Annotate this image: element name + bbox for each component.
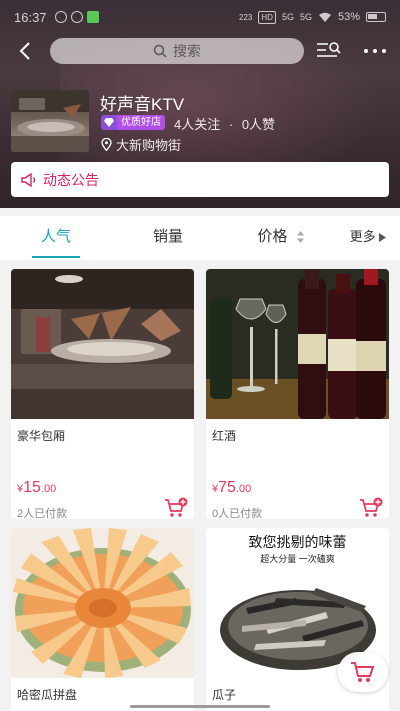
sync-icon (70, 11, 83, 23)
search-input[interactable]: 搜索 (50, 38, 304, 64)
shop-stats: 4人关注 · 0人赞 (174, 114, 275, 133)
triangle-right-icon (379, 233, 387, 243)
cart-add-icon (165, 497, 188, 517)
image-headline: 致您挑剔的味蕾 (248, 535, 347, 551)
product-image (206, 269, 389, 419)
list-search-icon (317, 42, 341, 57)
announcement-bar[interactable]: 动态公告 (11, 162, 389, 197)
floating-cart-button[interactable] (338, 652, 388, 692)
shop-header: 16:37 223 HD 5G 5G 53% 搜索 好声音KTV 优质好店 4人… (0, 0, 400, 208)
app-notification-icon (86, 11, 99, 23)
megaphone-icon (21, 172, 36, 187)
battery-percent: 53% (337, 11, 360, 23)
price-integer: 15 (23, 479, 41, 496)
sort-tabs: 人气 销量 价格 更多 (0, 216, 400, 260)
home-indicator (130, 705, 270, 708)
more-dot-icon (382, 49, 386, 53)
more-options-button[interactable] (358, 39, 392, 63)
signal-icon: 5G (281, 12, 294, 22)
tab-price-label: 价格 (257, 228, 288, 245)
signal-icon-2: 5G (299, 12, 312, 22)
tab-popular[interactable]: 人气 (32, 216, 80, 260)
product-grid: 豪华包厢 ¥15.00 2人已付款 红酒 ¥75.00 0人已付款 哈密瓜拼盘 … (0, 260, 400, 711)
image-subheadline: 超大分量 一次磕爽 (260, 554, 335, 564)
tab-price[interactable]: 价格 (256, 216, 306, 260)
product-image (11, 269, 194, 419)
category-search-button[interactable] (316, 39, 342, 63)
diamond-icon (101, 115, 117, 130)
top-navbar: 搜索 (0, 36, 400, 66)
product-price: ¥75.00 (212, 479, 251, 497)
tab-more-label: 更多 (349, 229, 376, 244)
add-to-cart-button[interactable] (164, 497, 188, 519)
cart-add-icon (360, 497, 383, 517)
shopping-cart-icon (351, 662, 375, 682)
hd-icon: HD (258, 10, 276, 24)
battery-icon (366, 12, 386, 22)
follower-count: 4人关注 (174, 117, 221, 132)
tab-sales[interactable]: 销量 (152, 216, 184, 260)
ktv-room-thumbnail (11, 90, 89, 152)
add-to-cart-button[interactable] (359, 497, 383, 519)
product-name: 哈密瓜拼盘 (17, 688, 78, 702)
sort-arrows-icon (296, 231, 304, 244)
product-card[interactable]: 豪华包厢 ¥15.00 2人已付款 (11, 269, 194, 519)
badge-label: 优质好店 (117, 115, 165, 130)
notification-icon (54, 11, 67, 23)
price-decimal: .00 (40, 483, 57, 495)
paid-count: 0人已付款 (212, 508, 263, 519)
stats-separator: · (228, 117, 234, 132)
shop-address: 大新购物街 (116, 138, 182, 153)
more-dot-icon (364, 49, 368, 53)
shop-logo-image[interactable] (11, 90, 89, 152)
quality-shop-badge: 优质好店 (101, 115, 165, 130)
shop-location[interactable]: 大新购物街 (101, 135, 181, 154)
announcement-label: 动态公告 (43, 171, 99, 188)
product-name: 豪华包厢 (17, 429, 66, 443)
price-decimal: .00 (235, 483, 252, 495)
status-time: 16:37 (14, 9, 47, 25)
product-name: 红酒 (212, 429, 237, 443)
back-arrow-icon (19, 42, 30, 60)
product-card[interactable]: 红酒 ¥75.00 0人已付款 (206, 269, 389, 519)
product-card[interactable]: 哈密瓜拼盘 (11, 528, 194, 711)
back-button[interactable] (12, 38, 38, 64)
wifi-icon (318, 12, 331, 22)
tab-more[interactable]: 更多 (346, 216, 390, 260)
location-pin-icon (101, 138, 112, 151)
price-integer: 75 (218, 479, 236, 496)
search-placeholder: 搜索 (173, 43, 201, 59)
status-bar: 16:37 223 HD 5G 5G 53% (0, 0, 400, 34)
more-dot-icon (373, 49, 377, 53)
network-speed: 223 (239, 12, 253, 22)
shop-name: 好声音KTV (100, 95, 185, 114)
search-icon (153, 44, 167, 58)
product-price: ¥15.00 (17, 479, 56, 497)
like-count: 0人赞 (241, 117, 276, 132)
product-image (11, 528, 194, 678)
paid-count: 2人已付款 (17, 508, 68, 519)
